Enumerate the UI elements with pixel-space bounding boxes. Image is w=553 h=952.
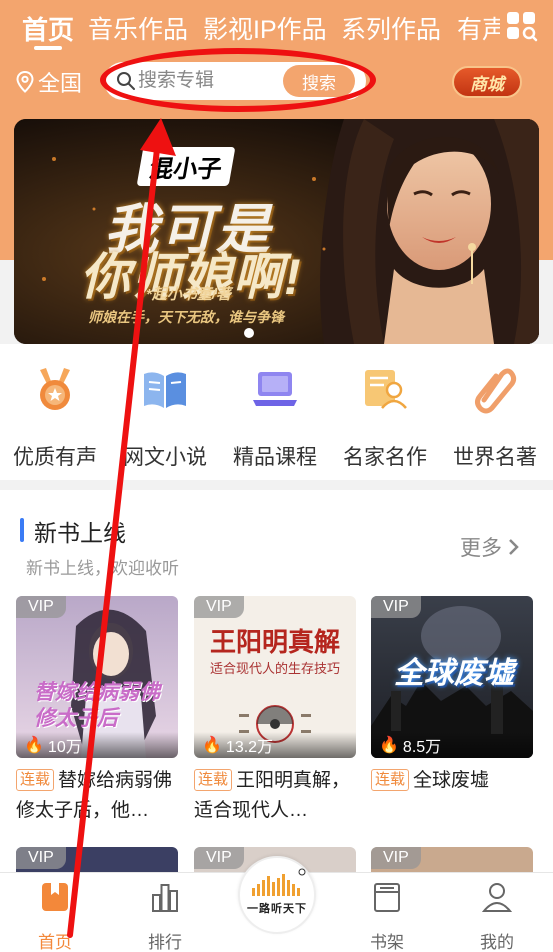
- fire-icon: 🔥: [24, 737, 44, 754]
- nav-mine[interactable]: 我的: [457, 881, 537, 952]
- fire-icon: 🔥: [379, 737, 399, 754]
- fire-icon: 🔥: [202, 737, 222, 754]
- book-cover: 替嫁给病弱佛修太子后 VIP 🔥 10万: [16, 596, 178, 758]
- section-subtitle: 新书上线，欢迎收听: [26, 559, 179, 578]
- more-link[interactable]: 更多: [460, 532, 520, 562]
- vip-badge: VIP: [16, 847, 66, 869]
- top-tabs: 首页 音乐作品 影视IP作品 系列作品 有声: [0, 0, 500, 54]
- category-famous-authors[interactable]: 名家名作: [330, 364, 440, 471]
- medal-icon: [40, 368, 70, 410]
- tab-film-ip[interactable]: 影视IP作品: [203, 10, 327, 46]
- nav-bookshelf[interactable]: 书架: [347, 881, 427, 952]
- open-book-icon: [144, 372, 186, 408]
- carousel-dot[interactable]: [244, 328, 254, 338]
- search-button[interactable]: 搜索: [283, 65, 355, 97]
- category-row: 优质有声 网文小说 精品课程 名家名作 世界名著: [0, 344, 553, 480]
- search-input[interactable]: [138, 67, 278, 95]
- location-pin-icon: [16, 71, 34, 93]
- hero-banner[interactable]: 混小子 我可是 你师娘啊! *起小书童/著 师娘在手，天下无敌，谁与争锋: [14, 119, 539, 344]
- book-title-block: 连载 全球废墟: [371, 766, 533, 826]
- nav-label: 书架: [370, 933, 404, 952]
- nav-ranking[interactable]: 排行: [125, 881, 205, 952]
- category-grid-search-icon[interactable]: [505, 10, 539, 42]
- nav-label: 首页: [38, 933, 72, 952]
- active-tab-indicator: [34, 46, 62, 50]
- serial-badge: 连载: [16, 769, 55, 791]
- book-card[interactable]: 全球废墟 VIP 🔥 8.5万 连载 全球废墟: [371, 596, 533, 826]
- app-logo-icon: [252, 868, 306, 896]
- book-card[interactable]: 王阳明真解 适合现代人的生存技巧 VIP 🔥 13.2万 连载 王阳明真解，适合现…: [194, 596, 356, 826]
- book-cover: 王阳明真解 适合现代人的生存技巧 VIP 🔥 13.2万: [194, 596, 356, 758]
- category-premium-course[interactable]: 精品课程: [220, 364, 330, 471]
- vip-badge: VIP: [371, 847, 421, 869]
- category-web-novel[interactable]: 网文小说: [110, 364, 220, 471]
- cover-title-text: 王阳明真解: [209, 627, 340, 657]
- user-icon: [481, 883, 513, 912]
- author-card-icon: [365, 370, 407, 409]
- nav-label: 排行: [148, 933, 182, 952]
- logo-text: 一路听天下: [247, 903, 307, 915]
- tab-series[interactable]: 系列作品: [341, 10, 441, 46]
- cover-subtitle-text: 适合现代人的生存技巧: [209, 661, 340, 676]
- nav-home[interactable]: 首页: [15, 881, 95, 952]
- center-logo-button[interactable]: 一路听天下: [238, 856, 316, 934]
- location-label: 全国: [38, 71, 83, 96]
- cover-title-text: 全球废墟: [394, 657, 514, 690]
- vip-badge: VIP: [16, 596, 66, 618]
- play-count: 🔥 13.2万: [194, 732, 356, 758]
- banner-author: *起小书童/著: [146, 286, 232, 303]
- category-quality-audio[interactable]: 优质有声: [0, 364, 110, 471]
- bar-chart-icon: [152, 884, 178, 912]
- category-world-classics[interactable]: 世界名著: [440, 364, 550, 471]
- tab-home[interactable]: 首页: [22, 10, 74, 47]
- paperclip-icon: [475, 368, 517, 414]
- more-label: 更多: [460, 537, 502, 560]
- book-title-block: 连载 王阳明真解，适合现代人…: [194, 766, 356, 826]
- laptop-icon: [253, 372, 297, 406]
- book-card[interactable]: 替嫁给病弱佛修太子后 VIP 🔥 10万 连载 替嫁给病弱佛修太子后，他…: [16, 596, 178, 826]
- bookshelf-icon: [374, 883, 400, 912]
- tab-music[interactable]: 音乐作品: [88, 10, 188, 46]
- vip-badge: VIP: [371, 596, 421, 618]
- section-title: 新书上线: [34, 520, 126, 546]
- category-label: 世界名著: [453, 446, 537, 469]
- play-count: 🔥 10万: [16, 732, 178, 758]
- search-icon: [117, 72, 135, 90]
- serial-badge: 连载: [194, 769, 233, 791]
- category-label: 精品课程: [233, 446, 317, 469]
- vip-badge: VIP: [194, 847, 244, 869]
- book-title-block: 连载 替嫁给病弱佛修太子后，他…: [16, 766, 178, 826]
- location-selector[interactable]: 全国: [16, 67, 82, 97]
- play-count-value: 10万: [47, 739, 82, 756]
- chevron-right-icon: [509, 539, 519, 555]
- book-title: 全球废墟: [413, 770, 490, 791]
- play-count-value: 8.5万: [402, 739, 442, 756]
- book-cover: 全球废墟 VIP 🔥 8.5万: [371, 596, 533, 758]
- play-count: 🔥 8.5万: [371, 732, 533, 758]
- home-bookmark-icon: [42, 883, 68, 911]
- serial-badge: 连载: [371, 769, 410, 791]
- tab-audio[interactable]: 有声: [457, 10, 500, 46]
- section-accent-bar: [20, 518, 24, 542]
- banner-slogan: 师娘在手，天下无敌，谁与争锋: [88, 309, 284, 325]
- search-box: 搜索: [104, 62, 366, 100]
- banner-tag: 混小子: [136, 147, 236, 186]
- nav-label: 我的: [480, 933, 514, 952]
- vip-badge: VIP: [194, 596, 244, 618]
- category-label: 优质有声: [13, 446, 97, 469]
- category-label: 名家名作: [343, 446, 427, 469]
- cover-title-text: 替嫁给病弱佛修太子后: [34, 681, 160, 730]
- category-label: 网文小说: [123, 446, 207, 469]
- mall-button[interactable]: 商城: [452, 66, 522, 98]
- play-count-value: 13.2万: [225, 739, 274, 756]
